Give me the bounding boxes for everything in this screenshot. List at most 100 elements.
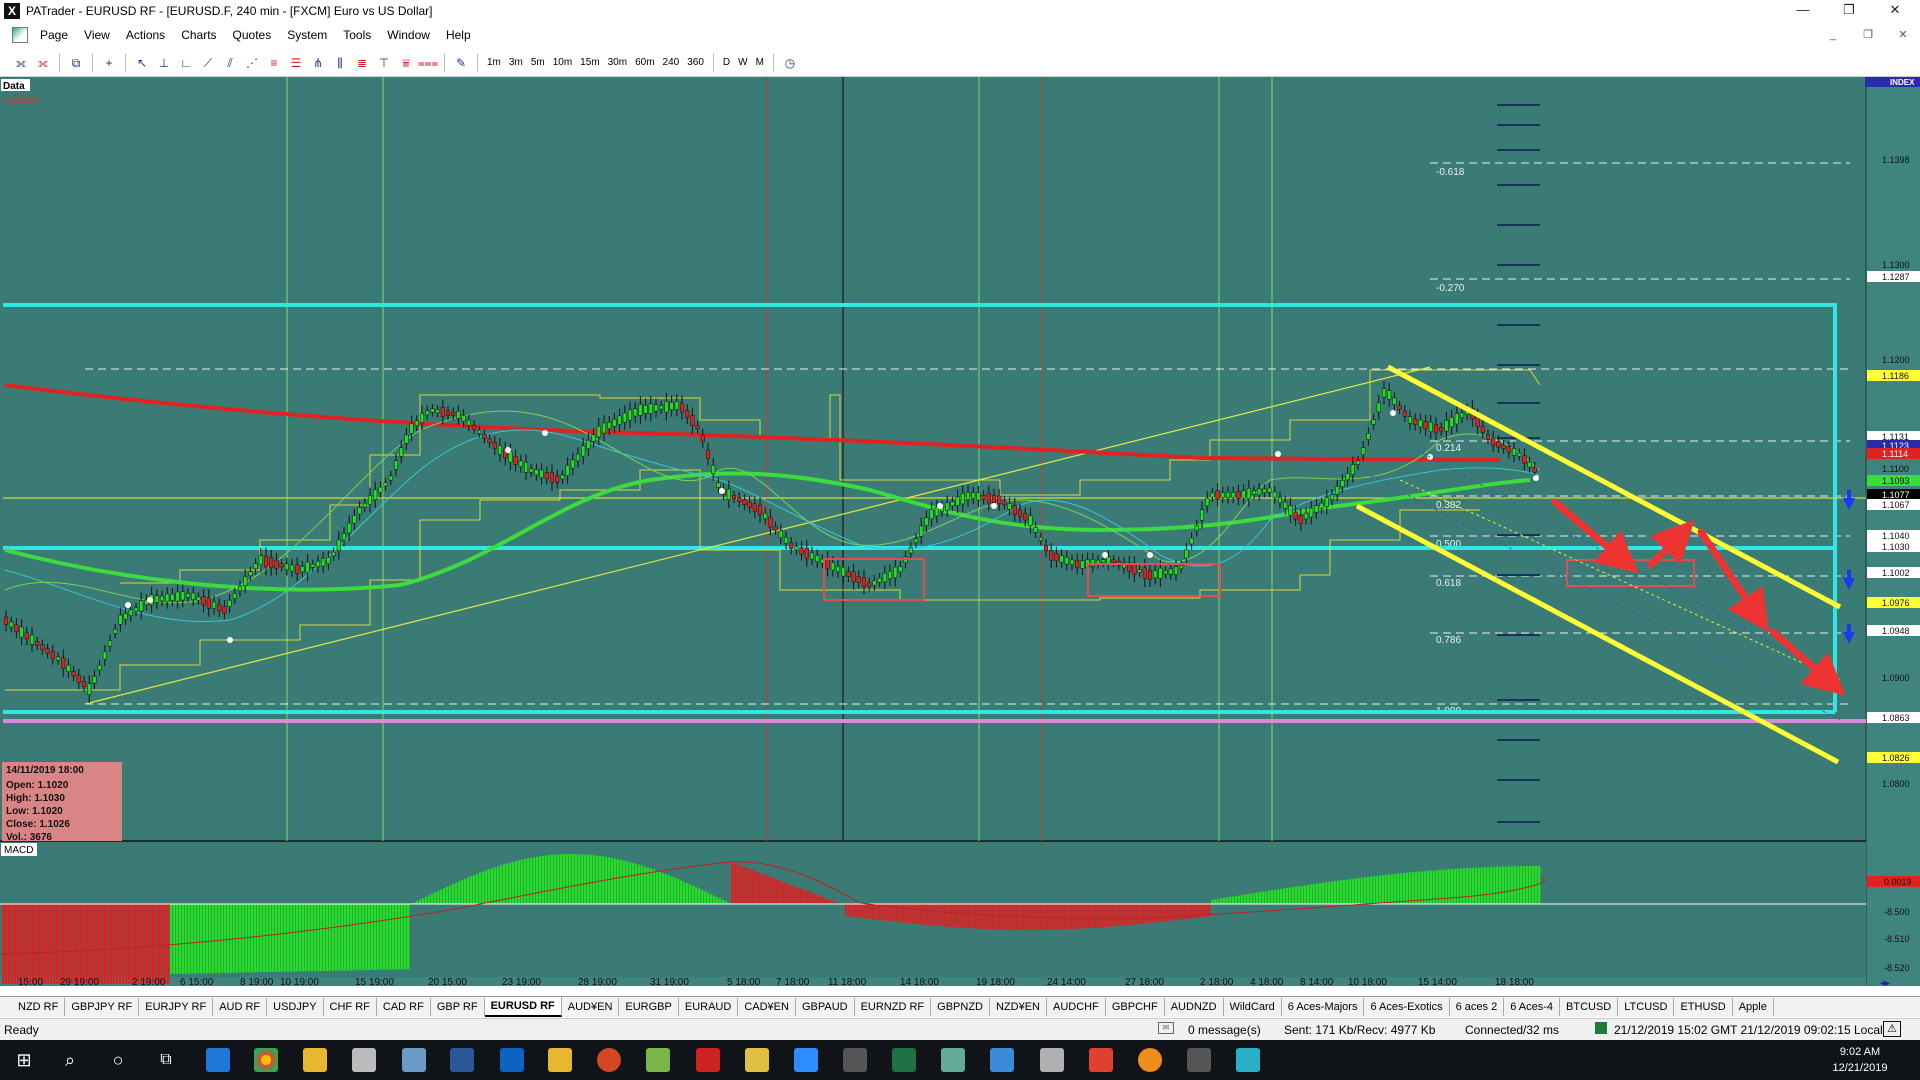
fib-retracement-icon[interactable]: ≡: [264, 53, 284, 73]
chart-area[interactable]: -0.618 -0.270 0.214 0.382 0.500 0.618 0.…: [0, 77, 1920, 989]
mdi-close-button[interactable]: ✕: [1892, 28, 1914, 44]
timeframe-10m[interactable]: 10m: [549, 53, 576, 73]
app-n-icon[interactable]: [646, 1048, 670, 1072]
mail-icon[interactable]: ✉: [1158, 1022, 1174, 1034]
warning-icon[interactable]: ⚠: [1883, 1021, 1901, 1037]
app-green-icon[interactable]: [941, 1048, 965, 1072]
fib-extension-icon[interactable]: ☰: [286, 53, 306, 73]
cycle-lines-icon[interactable]: ⫼: [330, 53, 350, 73]
maximize-button[interactable]: ❐: [1826, 0, 1872, 22]
status-messages[interactable]: 0 message(s): [1188, 1023, 1261, 1037]
period-daily[interactable]: D: [719, 53, 734, 73]
mdi-restore-button[interactable]: ❐: [1857, 28, 1879, 44]
draw-brush-icon[interactable]: ✎: [451, 53, 471, 73]
windows-start-icon[interactable]: ⊞: [12, 1048, 36, 1072]
tab-audyen[interactable]: AUD¥EN: [562, 998, 620, 1016]
word-icon[interactable]: [450, 1048, 474, 1072]
crosshair-icon[interactable]: +: [99, 53, 119, 73]
file-explorer-icon[interactable]: [303, 1048, 327, 1072]
menu-tools[interactable]: Tools: [335, 23, 379, 47]
taskbar-clock-time[interactable]: 9:02 AM: [1820, 1046, 1900, 1058]
edge-icon[interactable]: [206, 1048, 230, 1072]
menu-view[interactable]: View: [76, 23, 118, 47]
powerpoint-icon[interactable]: [597, 1048, 621, 1072]
minimize-button[interactable]: —: [1780, 0, 1826, 22]
timeframe-240[interactable]: 240: [659, 53, 684, 73]
tab-usdjpy[interactable]: USDJPY: [267, 998, 324, 1016]
task-view-icon[interactable]: ⧉: [154, 1048, 178, 1072]
timeframe-30m[interactable]: 30m: [604, 53, 631, 73]
scroll-arrow-icon[interactable]: ◂▸: [1880, 978, 1890, 989]
tab-nzd-rf[interactable]: NZD RF: [12, 998, 66, 1016]
patrader-icon[interactable]: [352, 1048, 376, 1072]
period-monthly[interactable]: M: [752, 53, 768, 73]
tab-audchf[interactable]: AUDCHF: [1047, 998, 1106, 1016]
tab-wildcard[interactable]: WildCard: [1224, 998, 1282, 1016]
app-red-icon[interactable]: [696, 1048, 720, 1072]
chart-type-icon[interactable]: ⧉: [66, 53, 86, 73]
outlook-icon[interactable]: [500, 1048, 524, 1072]
search-icon[interactable]: ⌕: [58, 1048, 82, 1072]
tab-btcusd[interactable]: BTCUSD: [1560, 998, 1619, 1016]
timeframe-15m[interactable]: 15m: [576, 53, 603, 73]
trendline-icon[interactable]: ⟋: [198, 53, 218, 73]
tab-eurjpy-rf[interactable]: EURJPY RF: [139, 998, 214, 1016]
app-icon-2[interactable]: [402, 1048, 426, 1072]
tab-gbpnzd[interactable]: GBPNZD: [931, 998, 990, 1016]
tab-6aces-4[interactable]: 6 Aces-4: [1504, 998, 1561, 1016]
timeframe-3m[interactable]: 3m: [505, 53, 527, 73]
app-grey-icon[interactable]: [1040, 1048, 1064, 1072]
fib-fan-icon[interactable]: ⋰: [242, 53, 262, 73]
tab-6aces-majors[interactable]: 6 Aces-Majors: [1282, 998, 1365, 1016]
page-menu-icon[interactable]: [12, 27, 28, 43]
tab-gbp-rf[interactable]: GBP RF: [431, 998, 485, 1016]
calculator-icon[interactable]: [843, 1048, 867, 1072]
app-orange-icon[interactable]: [1138, 1048, 1162, 1072]
tab-gbpaud[interactable]: GBPAUD: [796, 998, 855, 1016]
menu-system[interactable]: System: [279, 23, 335, 47]
menu-window[interactable]: Window: [379, 23, 438, 47]
tab-cadyen[interactable]: CAD¥EN: [738, 998, 796, 1016]
tab-eurusd-rf[interactable]: EURUSD RF: [484, 997, 562, 1017]
tab-6aces-exotics[interactable]: 6 Aces-Exotics: [1364, 998, 1450, 1016]
zoom-icon[interactable]: [794, 1048, 818, 1072]
excel-icon[interactable]: [892, 1048, 916, 1072]
close-button[interactable]: ✕: [1872, 0, 1918, 22]
timeframe-1m[interactable]: 1m: [483, 53, 505, 73]
fib-zones-icon[interactable]: ⩶: [418, 53, 439, 73]
menu-page[interactable]: Page: [32, 23, 76, 47]
tab-nzdyen[interactable]: NZD¥EN: [990, 998, 1047, 1016]
timeframe-60m[interactable]: 60m: [631, 53, 658, 73]
app-dark-icon[interactable]: [1187, 1048, 1211, 1072]
cursor-icon[interactable]: ↖: [132, 53, 152, 73]
tab-chf-rf[interactable]: CHF RF: [324, 998, 377, 1016]
link-red-icon[interactable]: ⟗: [33, 53, 53, 73]
tab-6aces-2[interactable]: 6 aces 2: [1450, 998, 1505, 1016]
app-s-icon[interactable]: [1089, 1048, 1113, 1072]
tab-apple[interactable]: Apple: [1733, 998, 1774, 1016]
menu-actions[interactable]: Actions: [118, 23, 173, 47]
menu-help[interactable]: Help: [438, 23, 479, 47]
hline-icon[interactable]: ⊥: [154, 53, 174, 73]
fib-time-icon[interactable]: ⩸: [396, 53, 416, 73]
timeframe-360[interactable]: 360: [683, 53, 708, 73]
cortana-icon[interactable]: ○: [106, 1048, 130, 1072]
menu-quotes[interactable]: Quotes: [225, 23, 280, 47]
tab-gbpjpy-rf[interactable]: GBPJPY RF: [65, 998, 140, 1016]
app-cyan-icon[interactable]: [1236, 1048, 1260, 1072]
text-tool-icon[interactable]: ⊤: [374, 53, 394, 73]
app-yellow-icon[interactable]: [745, 1048, 769, 1072]
tab-ltcusd[interactable]: LTCUSD: [1618, 998, 1675, 1016]
clock-icon[interactable]: ◷: [780, 53, 800, 73]
tab-eurgbp[interactable]: EURGBP: [619, 998, 679, 1016]
link-blue-icon[interactable]: ⟗: [11, 53, 31, 73]
timeframe-5m[interactable]: 5m: [527, 53, 549, 73]
taskbar-clock-date[interactable]: 12/21/2019: [1820, 1062, 1900, 1074]
tab-gbpchf[interactable]: GBPCHF: [1106, 998, 1165, 1016]
tab-aud-rf[interactable]: AUD RF: [213, 998, 268, 1016]
folder-icon[interactable]: [548, 1048, 572, 1072]
pitchfork-icon[interactable]: ⋔: [308, 53, 328, 73]
vline-icon[interactable]: ∟: [176, 53, 196, 73]
price-chart[interactable]: -0.618 -0.270 0.214 0.382 0.500 0.618 0.…: [0, 77, 1920, 989]
gann-icon[interactable]: ≣: [352, 53, 372, 73]
